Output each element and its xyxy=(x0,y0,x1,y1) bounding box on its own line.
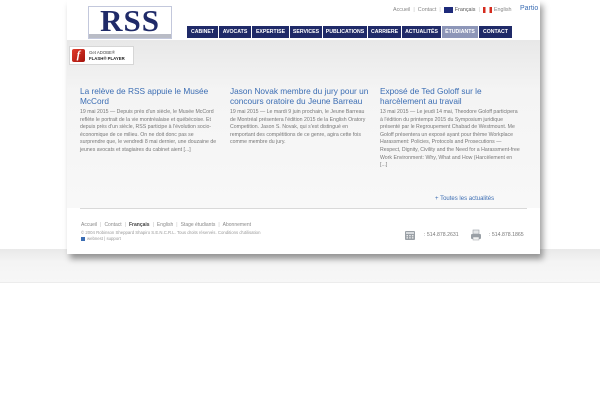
webnest-text: webnest | support xyxy=(87,236,121,241)
utility-separator: | xyxy=(439,7,441,13)
footer-separator: | xyxy=(176,222,178,228)
news-item: La relève de RSS appuie le Musée McCord … xyxy=(80,86,220,155)
footer-internships-link[interactable]: Stage étudiants xyxy=(181,222,216,228)
logo-underbar xyxy=(89,34,171,38)
site-panel: RSS Accueil | Contact | Français | Engli… xyxy=(67,0,540,254)
news-item-title[interactable]: La relève de RSS appuie le Musée McCord xyxy=(80,86,220,106)
webnest-credit[interactable]: webnest | support xyxy=(81,236,121,241)
news-item: Jason Novak membre du jury pour un conco… xyxy=(230,86,370,147)
footer-english-link[interactable]: English xyxy=(157,222,173,228)
fax-icon xyxy=(471,229,481,241)
news-item-summary: 19 mai 2015 — Depuis près d'un siècle, l… xyxy=(80,109,217,153)
footer-home-link[interactable]: Accueil xyxy=(81,222,97,228)
utility-home-link[interactable]: Accueil xyxy=(393,7,410,13)
news-item: Exposé de Ted Goloff sur le harcèlement … xyxy=(380,86,520,170)
site-logo[interactable]: RSS xyxy=(88,6,172,39)
tab-actualites[interactable]: ACTUALITÉS xyxy=(402,26,441,38)
tab-etudiants[interactable]: ÉTUDIANTS xyxy=(442,26,478,38)
utility-nav: Accueil | Contact | Français | English xyxy=(393,5,540,15)
utility-contact-link[interactable]: Contact xyxy=(418,7,437,13)
footer-contact-link[interactable]: Contact xyxy=(104,222,121,228)
tab-expertise[interactable]: EXPERTISE xyxy=(252,26,289,38)
tab-publications[interactable]: PUBLICATIONS xyxy=(323,26,367,38)
tab-contact[interactable]: CONTACT xyxy=(479,26,512,38)
news-item-title[interactable]: Jason Novak membre du jury pour un conco… xyxy=(230,86,370,106)
footer-french-link[interactable]: Français xyxy=(129,222,150,228)
tab-carriere[interactable]: CARRIERE xyxy=(368,26,401,38)
footer-separator: | xyxy=(218,222,220,228)
main-nav: CABINET AVOCATS EXPERTISE SERVICES PUBLI… xyxy=(187,26,512,38)
footer-nav: Accueil | Contact | Français | English |… xyxy=(81,222,251,228)
tab-cabinet[interactable]: CABINET xyxy=(187,26,218,38)
flag-fr-icon xyxy=(443,7,453,13)
footer-separator: | xyxy=(124,222,126,228)
all-news-link[interactable]: + Toutes les actualités xyxy=(435,196,494,202)
flash-icon: f xyxy=(72,49,85,62)
news-item-summary: 19 mai 2015 — Le mardi 9 juin prochain, … xyxy=(230,109,366,146)
phone-icon xyxy=(405,231,415,240)
flash-badge-line1: Get ADOBE® xyxy=(89,50,116,55)
partners-link[interactable]: Partio xyxy=(520,5,538,12)
footer-divider xyxy=(80,208,527,209)
lang-english-link[interactable]: English xyxy=(494,7,512,13)
copyright-text: © 2004 Robinson Sheppard Shapiro S.E.N.C… xyxy=(81,230,261,235)
flag-en-icon xyxy=(482,7,492,13)
footer-subscription-link[interactable]: Abonnement xyxy=(223,222,251,228)
footer-separator: | xyxy=(152,222,154,228)
news-item-summary: 13 mai 2015 — Le jeudi 14 mai, Theodore … xyxy=(380,109,520,169)
footer-separator: | xyxy=(100,222,102,228)
utility-separator: | xyxy=(478,7,480,13)
fax-number: : 514.878.1865 xyxy=(489,232,524,238)
webnest-icon xyxy=(81,236,85,241)
flash-badge-line2: FLASH® PLAYER xyxy=(89,56,125,61)
tab-avocats[interactable]: AVOCATS xyxy=(219,26,251,38)
utility-separator: | xyxy=(413,7,415,13)
tab-services[interactable]: SERVICES xyxy=(290,26,322,38)
news-item-title[interactable]: Exposé de Ted Goloff sur le harcèlement … xyxy=(380,86,520,106)
lang-french-link[interactable]: Français xyxy=(455,7,476,13)
get-flash-player-badge[interactable]: f Get ADOBE® FLASH® PLAYER xyxy=(69,46,134,65)
page-bottom-band xyxy=(0,249,600,283)
phone-number: : 514.878.2631 xyxy=(424,232,459,238)
